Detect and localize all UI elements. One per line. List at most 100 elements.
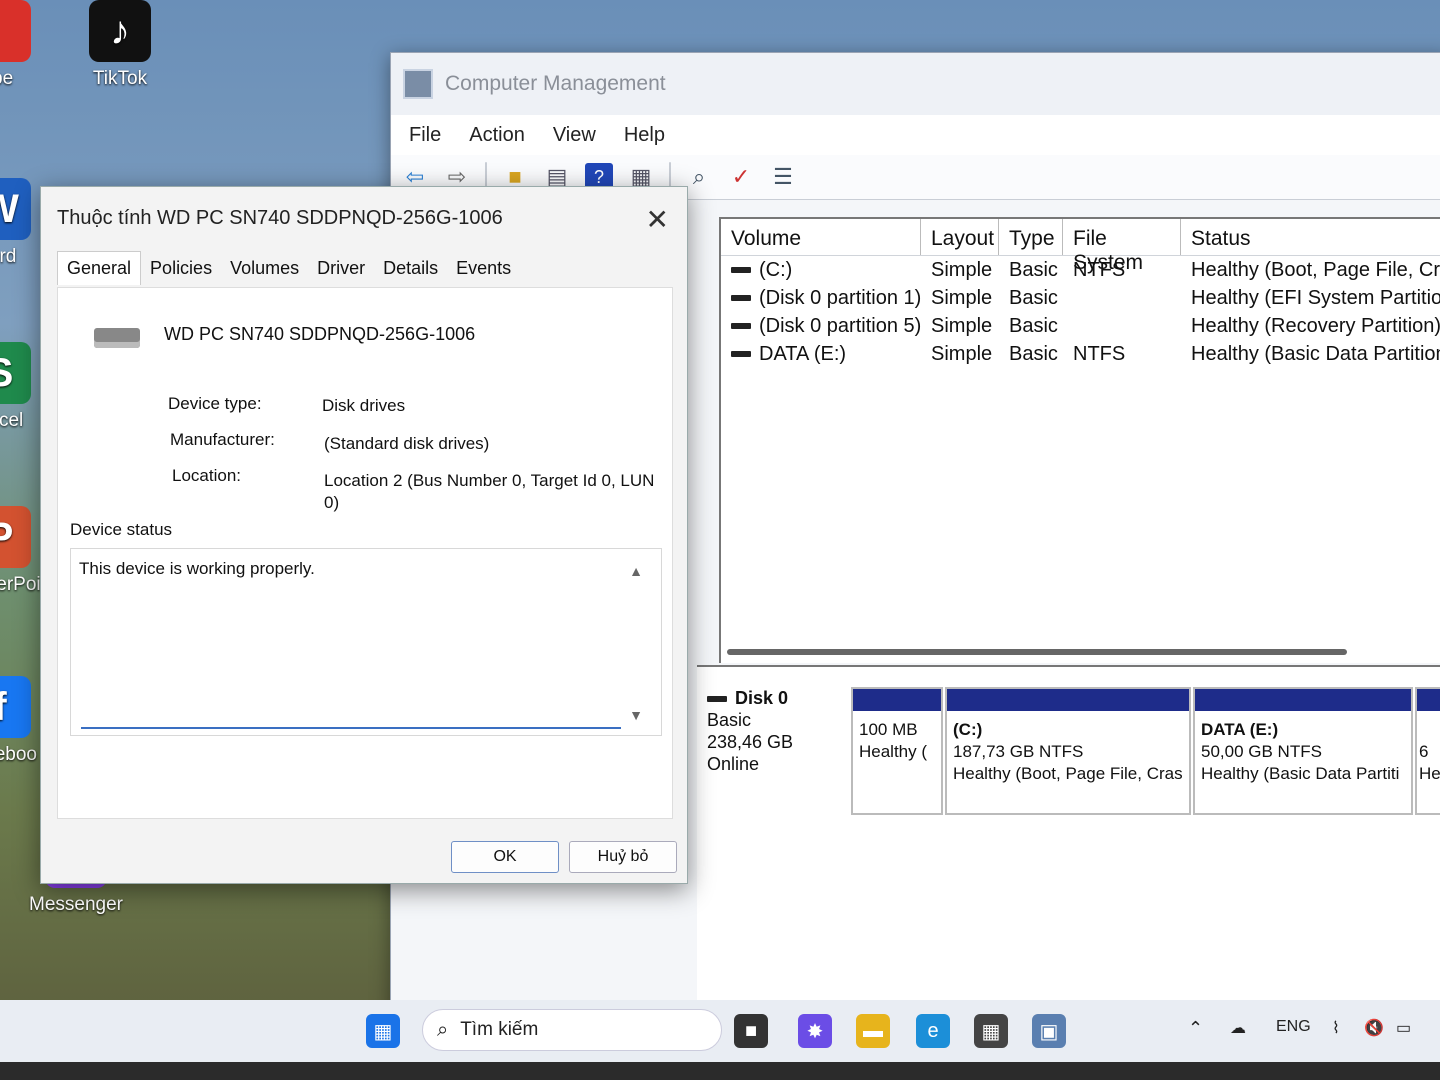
file-explorer-icon[interactable]: ▬ (856, 1014, 890, 1048)
general-tab-panel: WD PC SN740 SDDPNQD-256G-1006 Device typ… (57, 287, 673, 819)
app-tile-icon: f (0, 676, 31, 738)
partition-status: Healthy (Boot, Page File, Cras (953, 764, 1183, 783)
desktop-icon-label: TikTok (92, 68, 148, 89)
menu-file[interactable]: File (409, 124, 441, 147)
disk-state: Online (707, 754, 760, 774)
copilot-icon[interactable]: ✸ (798, 1014, 832, 1048)
device-status-legend: Device status (70, 520, 173, 539)
horizontal-scrollbar[interactable] (727, 649, 1347, 655)
volume-name: (Disk 0 partition 5) (759, 314, 921, 337)
volume-layout-cell: Simple (931, 286, 993, 309)
partition-bar (1417, 689, 1440, 711)
ok-button[interactable]: OK (451, 841, 559, 873)
volume-name: (C:) (759, 258, 793, 281)
app-tile-icon (0, 0, 31, 62)
dialog-title: Thuộc tính WD PC SN740 SDDPNQD-256G-1006 (57, 206, 503, 229)
device-status-box[interactable]: This device is working properly. ▲ ▼ (70, 548, 662, 736)
tab-general[interactable]: General (57, 251, 142, 285)
volume-name-cell: (Disk 0 partition 1) (721, 287, 921, 310)
search-icon[interactable]: ⌕ (685, 163, 713, 191)
location-value: Location 2 (Bus Number 0, Target Id 0, L… (324, 471, 655, 512)
location-label: Location: (172, 466, 241, 485)
partition-status: He (1419, 764, 1440, 783)
computer-management-icon (403, 69, 433, 99)
close-icon[interactable]: ✕ (646, 203, 669, 236)
disk-map: Disk 0 Basic 238,46 GB Online 100 MB Hea… (697, 665, 1440, 1015)
language-indicator[interactable]: ENG (1276, 1018, 1311, 1036)
taskbar: ▦ ⌕ Tìm kiếm ■ ✸ ▬ e ▦ ▣ ⌃ ☁ ENG ⌇ 🔇 ▭ (0, 1000, 1440, 1062)
properties-icon[interactable]: ☰ (769, 163, 797, 191)
volume-type-cell: Basic (1009, 314, 1058, 337)
partition-size: 50,00 GB NTFS (1201, 742, 1322, 761)
partition-e[interactable]: DATA (E:) 50,00 GB NTFS Healthy (Basic D… (1193, 687, 1413, 815)
volume-row[interactable]: (Disk 0 partition 5) Simple Basic Healthy (… (721, 312, 1440, 340)
disk-drive-icon (94, 328, 140, 348)
scroll-down-icon[interactable]: ▼ (629, 707, 643, 723)
partition-size: 187,73 GB NTFS (953, 742, 1084, 761)
device-type-value: Disk drives (322, 396, 406, 415)
volume-icon (731, 351, 751, 358)
tab-policies[interactable]: Policies (141, 252, 221, 285)
device-properties-dialog: Thuộc tính WD PC SN740 SDDPNQD-256G-1006… (40, 186, 688, 884)
tab-volumes[interactable]: Volumes (221, 252, 308, 285)
tab-driver[interactable]: Driver (308, 252, 374, 285)
focus-underline (81, 727, 621, 729)
menu-view[interactable]: View (553, 124, 596, 147)
edge-browser-icon[interactable]: e (916, 1014, 950, 1048)
column-type[interactable]: Type (999, 219, 1063, 255)
volume-list: Volume Layout Type File System Status (C… (719, 217, 1440, 663)
volume-type-cell: Basic (1009, 286, 1058, 309)
volume-row[interactable]: DATA (E:) Simple Basic NTFS Healthy (Basic D… (721, 340, 1440, 368)
dialog-tabs: General Policies Volumes Driver Details … (41, 249, 687, 285)
menu-action[interactable]: Action (469, 124, 525, 147)
volume-type-cell: Basic (1009, 258, 1058, 281)
volume-name-cell: (C:) (721, 259, 921, 282)
device-type-label: Device type: (168, 394, 262, 413)
task-view-icon[interactable]: ■ (734, 1014, 768, 1048)
scroll-up-icon[interactable]: ▲ (629, 563, 643, 579)
partition-c[interactable]: (C:) 187,73 GB NTFS Healthy (Boot, Page … (945, 687, 1191, 815)
partition-bar (947, 689, 1189, 711)
column-file-system[interactable]: File System (1063, 219, 1181, 274)
check-icon[interactable]: ✓ (727, 163, 755, 191)
tab-details[interactable]: Details (374, 252, 447, 285)
volume-status-cell: Healthy (EFI System Partition) (1191, 286, 1440, 309)
window-title: Computer Management (445, 72, 666, 95)
partition-name: DATA (E:) (1201, 720, 1279, 739)
column-layout[interactable]: Layout (921, 219, 999, 255)
start-icon[interactable]: ▦ (366, 1014, 400, 1048)
partition-status: Healthy (Basic Data Partiti (1201, 764, 1400, 783)
volume-row[interactable]: (C:) Simple Basic NTFS Healthy (Boot, Page F… (721, 256, 1440, 284)
desktop-icon[interactable]: ♪ TikTok (72, 0, 168, 90)
app-tile-icon: W (0, 178, 31, 240)
volume-status-cell: Healthy (Basic Data Partition) (1191, 342, 1440, 365)
column-volume[interactable]: Volume (721, 219, 921, 255)
partition-recovery[interactable]: 6 He (1415, 687, 1440, 815)
app-tile-icon: ♪ (89, 0, 151, 62)
cloud-icon[interactable]: ☁ (1230, 1018, 1246, 1038)
computer-management-taskbar-icon[interactable]: ▣ (1032, 1014, 1066, 1048)
volume-layout-cell: Simple (931, 342, 993, 365)
chevron-up-icon[interactable]: ⌃ (1188, 1018, 1203, 1039)
device-status-text: This device is working properly. (79, 559, 315, 578)
wifi-icon[interactable]: ⌇ (1332, 1018, 1340, 1038)
volume-fs-cell: NTFS (1073, 258, 1126, 281)
menu-help[interactable]: Help (624, 124, 665, 147)
disk-label[interactable]: Disk 0 Basic 238,46 GB Online (707, 687, 793, 775)
volume-muted-icon[interactable]: 🔇 (1364, 1018, 1384, 1038)
desktop-icon[interactable]: ıbe (0, 0, 48, 90)
tab-events[interactable]: Events (447, 252, 520, 285)
disk-type: Basic (707, 710, 752, 730)
search-icon: ⌕ (437, 1018, 449, 1041)
volume-row[interactable]: (Disk 0 partition 1) Simple Basic Healthy (… (721, 284, 1440, 312)
store-icon[interactable]: ▦ (974, 1014, 1008, 1048)
manufacturer-value: (Standard disk drives) (324, 434, 490, 453)
taskbar-search[interactable]: ⌕ Tìm kiếm (422, 1009, 722, 1051)
device-status-group: Device status This device is working pro… (70, 520, 662, 768)
cancel-button[interactable]: Huỷ bỏ (569, 841, 677, 873)
desktop-icon-label: Messenger (29, 894, 123, 915)
partition-efi[interactable]: 100 MB Healthy ( (851, 687, 943, 815)
column-status[interactable]: Status (1181, 219, 1440, 255)
battery-icon[interactable]: ▭ (1396, 1018, 1411, 1038)
disk-icon (707, 696, 727, 703)
